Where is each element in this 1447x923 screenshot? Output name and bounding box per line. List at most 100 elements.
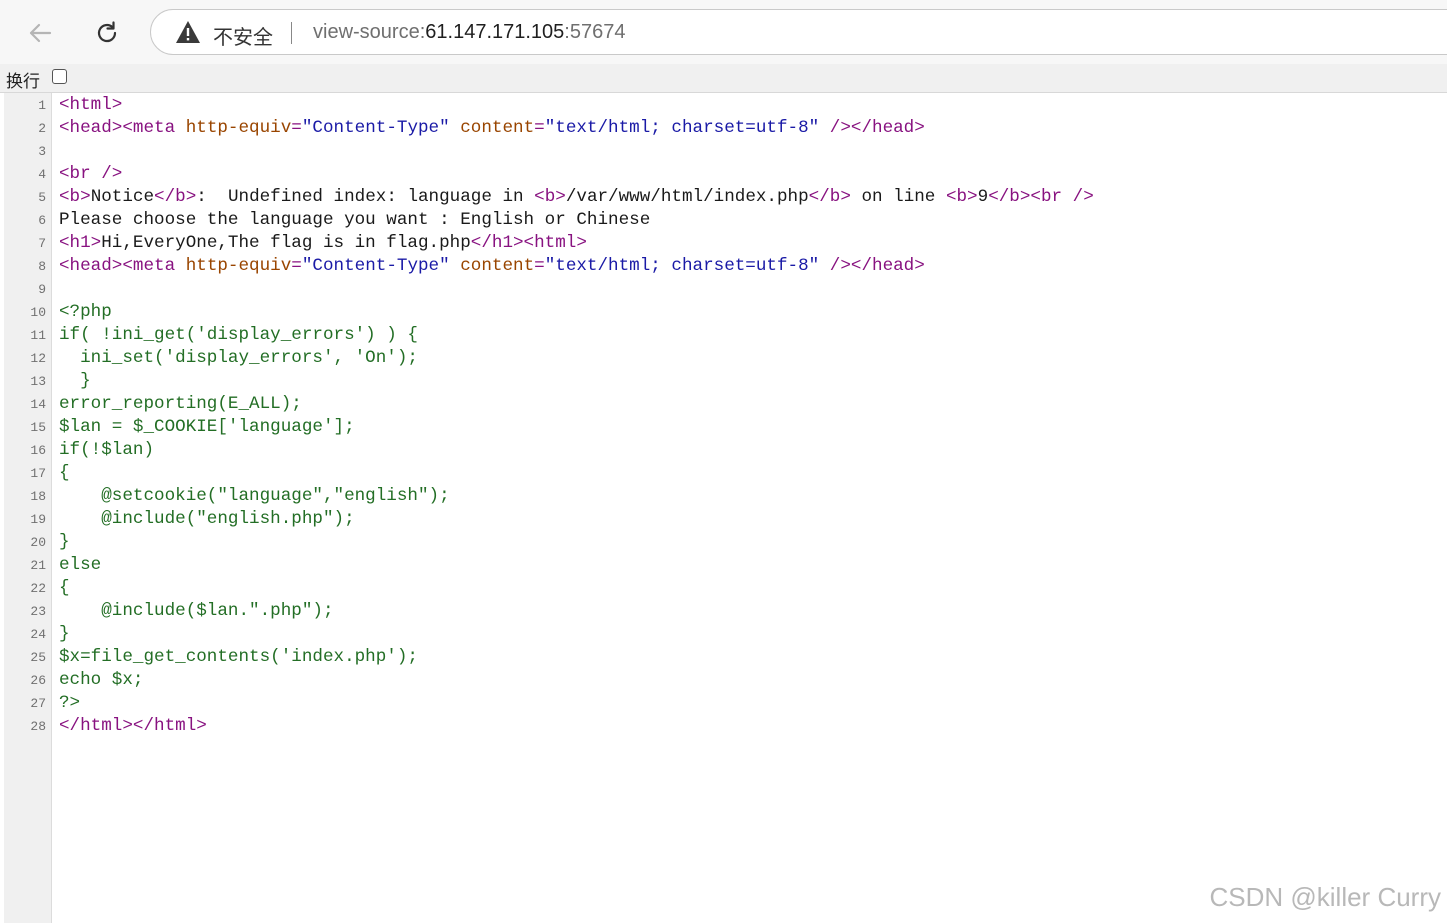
source-line: if(!$lan)	[59, 439, 154, 462]
url-port: :57674	[564, 21, 626, 43]
url-text[interactable]: view-source:61.147.171.105:57674	[313, 21, 625, 44]
line-number: 22	[30, 581, 46, 596]
code-token: </b><br />	[988, 187, 1094, 207]
address-bar[interactable]: 不安全 view-source:61.147.171.105:57674	[150, 9, 1447, 55]
code-token: <b>	[534, 187, 566, 207]
code-token: <br />	[59, 164, 123, 184]
code-token: {	[59, 463, 70, 483]
code-token: if( !ini_get('display_errors') ) {	[59, 325, 418, 345]
source-line: <?php	[59, 301, 112, 324]
warning-triangle-icon[interactable]	[175, 20, 201, 49]
code-token: : Undefined index: language in	[196, 187, 535, 207]
code-token: </html></html>	[59, 716, 207, 736]
source-line: }	[59, 370, 91, 393]
code-token: </h1><html>	[470, 233, 587, 253]
source-line: <html>	[59, 94, 122, 117]
code-token: <h1>	[59, 233, 102, 253]
line-number: 18	[30, 489, 46, 504]
line-number: 13	[30, 374, 46, 389]
line-number: 16	[30, 443, 46, 458]
line-number: 1	[38, 98, 46, 113]
source-line: </html></html>	[59, 715, 207, 738]
line-number: 7	[38, 236, 46, 251]
source-line: @include("english.php");	[59, 508, 355, 531]
code-token: on line	[850, 187, 946, 207]
code-token: /></head>	[819, 256, 925, 276]
browser-toolbar: 不安全 view-source:61.147.171.105:57674	[0, 0, 1447, 64]
code-token: <b>	[59, 187, 91, 207]
source-line: <b>Notice</b>: Undefined index: language…	[59, 186, 1094, 209]
source-line: else	[59, 554, 101, 577]
code-token: }	[59, 532, 70, 552]
line-number: 24	[30, 627, 46, 642]
line-number: 14	[30, 397, 46, 412]
code-token: Hi,EveryOne,The flag is in flag.php	[101, 233, 471, 253]
line-number: 27	[30, 696, 46, 711]
code-token: =	[291, 256, 302, 276]
source-line: error_reporting(E_ALL);	[59, 393, 302, 416]
code-token: ini_set('display_errors', 'On');	[59, 348, 418, 368]
code-token: ?>	[59, 693, 81, 713]
url-scheme: view-source:	[313, 21, 426, 43]
code-token: =	[534, 118, 545, 138]
code-token: @include("english.php");	[59, 509, 355, 529]
line-number: 21	[30, 558, 46, 573]
source-line: <head><meta http-equiv="Content-Type" co…	[59, 117, 925, 140]
code-token: "Content-Type"	[301, 118, 450, 138]
line-wrap-label: 换行	[6, 72, 40, 91]
security-status-label[interactable]: 不安全	[213, 21, 273, 50]
url-host: 61.147.171.105	[425, 21, 565, 43]
code-token: }	[59, 624, 70, 644]
watermark: CSDN @killer Curry	[1209, 882, 1441, 912]
line-number: 26	[30, 673, 46, 688]
line-number: 19	[30, 512, 46, 527]
code-token: /></head>	[819, 118, 925, 138]
source-line: ini_set('display_errors', 'On');	[59, 347, 418, 370]
reload-button[interactable]	[87, 13, 127, 53]
line-number: 25	[30, 650, 46, 665]
source-line: <h1>Hi,EveryOne,The flag is in flag.php<…	[59, 232, 587, 255]
code-token: <head><meta	[59, 118, 186, 138]
line-number: 9	[38, 282, 46, 297]
code-token: </b>	[154, 187, 197, 207]
code-token: if(!$lan)	[59, 440, 155, 460]
back-button[interactable]	[20, 13, 60, 53]
line-number: 8	[38, 259, 46, 274]
source-line: <head><meta http-equiv="Content-Type" co…	[59, 255, 925, 278]
code-token: content	[460, 118, 535, 138]
code-token: {	[59, 578, 70, 598]
line-number: 10	[30, 305, 46, 320]
line-wrap-checkbox[interactable]	[52, 69, 67, 84]
code-token: "Content-Type"	[301, 256, 450, 276]
line-number: 15	[30, 420, 46, 435]
line-number: 4	[38, 167, 46, 182]
line-number: 5	[38, 190, 46, 205]
code-token: $lan = $_COOKIE['language'];	[59, 417, 355, 437]
code-token: Please choose the language you want : En…	[59, 210, 651, 230]
code-token: Notice	[90, 187, 155, 207]
code-token: else	[59, 555, 102, 575]
source-line: $x=file_get_contents('index.php');	[59, 646, 418, 669]
source-line: $lan = $_COOKIE['language'];	[59, 416, 355, 439]
code-token: http-equiv	[185, 118, 292, 138]
code-token: http-equiv	[185, 256, 292, 276]
code-token: echo $x;	[59, 670, 144, 690]
line-number: 28	[30, 719, 46, 734]
code-token: @setcookie("language","english");	[59, 486, 450, 506]
code-token: }	[59, 371, 91, 391]
line-number: 11	[30, 328, 46, 343]
code-token: @include($lan.".php");	[59, 601, 334, 621]
code-token: <html>	[59, 95, 123, 115]
source-line: }	[59, 531, 70, 554]
code-token: <b>	[945, 187, 978, 207]
code-token: error_reporting(E_ALL);	[59, 394, 302, 414]
code-token: "text/html; charset=utf-8"	[544, 118, 820, 138]
line-number: 2	[38, 121, 46, 136]
line-number: 17	[30, 466, 46, 481]
code-token: =	[291, 118, 302, 138]
line-wrap-bar: 换行	[0, 64, 1447, 93]
source-line: @setcookie("language","english");	[59, 485, 450, 508]
line-number: 6	[38, 213, 46, 228]
